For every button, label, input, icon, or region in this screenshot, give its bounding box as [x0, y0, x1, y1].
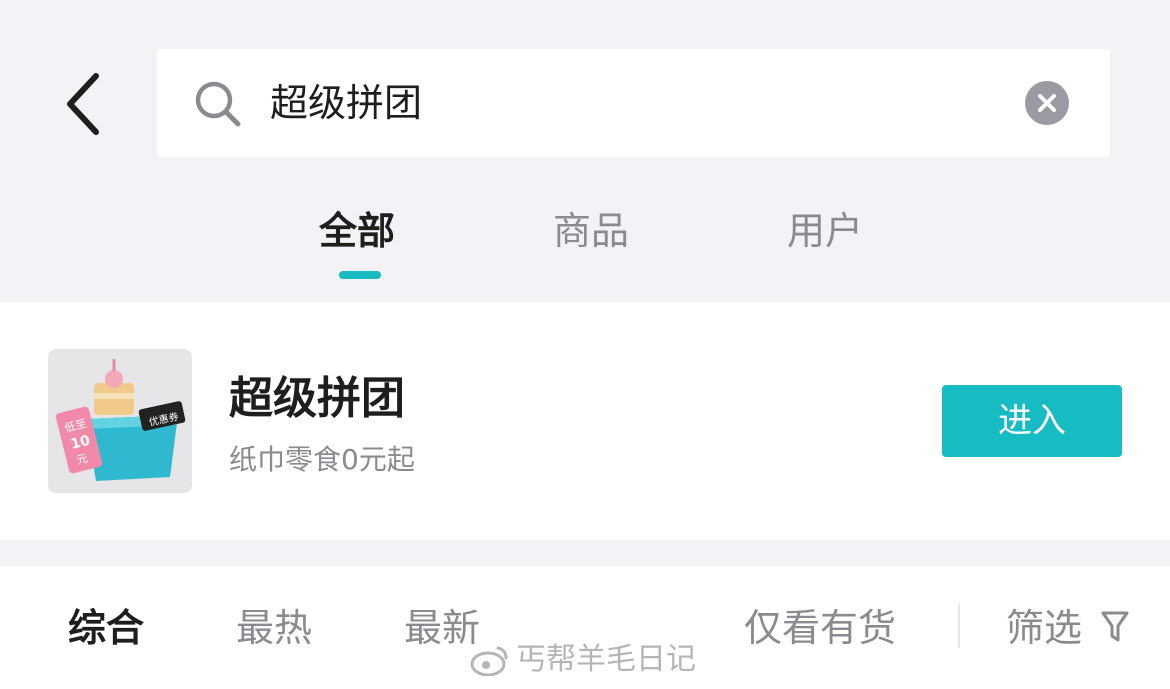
sort-divider — [958, 604, 960, 648]
watermark-text: 丐帮羊毛日记 — [516, 642, 696, 677]
search-bar[interactable]: 超级拼团 — [157, 49, 1110, 157]
in-stock-only-toggle[interactable]: 仅看有货 — [744, 602, 896, 654]
back-button[interactable] — [58, 68, 114, 140]
header: 超级拼团 全部 商品 用户 — [0, 0, 1170, 302]
filter-icon[interactable] — [1100, 610, 1130, 644]
shop-subtitle: 纸巾零食0元起 — [229, 443, 415, 476]
search-input[interactable]: 超级拼团 — [270, 75, 422, 131]
filter-button[interactable]: 筛选 — [1006, 602, 1082, 654]
active-tab-indicator — [339, 271, 381, 279]
sort-comprehensive[interactable]: 综合 — [68, 602, 144, 654]
shop-title: 超级拼团 — [229, 373, 405, 424]
tab-all[interactable]: 全部 — [319, 205, 395, 257]
shop-card[interactable]: 优惠券 低至 10 元 超级拼团 纸巾零食0元起 进入 — [0, 302, 1170, 540]
tab-products[interactable]: 商品 — [553, 205, 629, 257]
watermark: 丐帮羊毛日记 — [470, 640, 696, 680]
enter-button[interactable]: 进入 — [942, 385, 1122, 457]
back-arrow-icon — [67, 73, 99, 135]
tab-users[interactable]: 用户 — [787, 205, 863, 257]
clear-button[interactable] — [1025, 81, 1069, 125]
sort-hottest[interactable]: 最热 — [236, 602, 312, 654]
weibo-logo-icon — [470, 646, 508, 676]
sort-newest[interactable]: 最新 — [404, 602, 480, 654]
shop-thumbnail: 优惠券 低至 10 元 — [48, 349, 192, 493]
search-icon — [193, 79, 243, 129]
clear-icon — [1038, 94, 1056, 112]
